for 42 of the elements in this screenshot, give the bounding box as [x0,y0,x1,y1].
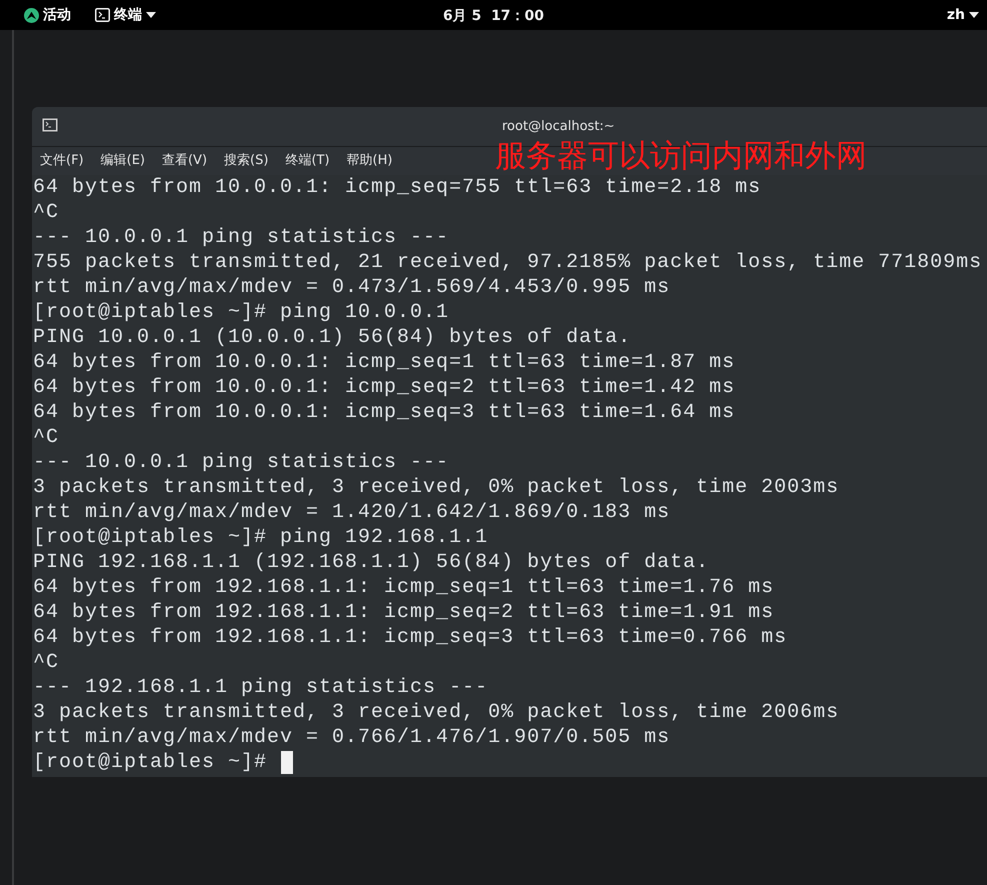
terminal-line: 64 bytes from 192.168.1.1: icmp_seq=2 ttl=63 time=1.91 ms [33,600,776,625]
terminal-line: 64 bytes from 10.0.0.1: icmp_seq=755 ttl=63 time=2.18 ms [33,175,762,200]
language-button[interactable]: zh [946,4,979,26]
terminal-prompt: [root@iptables ~]# [33,750,268,775]
menu-item[interactable]: 查看(V) [162,151,208,171]
menu-item[interactable]: 搜索(S) [224,151,268,171]
terminal-line: ^C [33,200,60,225]
terminal-icon [95,8,110,22]
terminal-line: 64 bytes from 10.0.0.1: icmp_seq=2 ttl=63 time=1.42 ms [33,375,736,400]
terminal-line: 3 packets transmitted, 3 received, 0% packet loss, time 2003ms [33,475,840,500]
terminal-line: rtt min/avg/max/mdev = 0.473/1.569/4.453/0.995 ms [33,275,672,300]
terminal-line: 755 packets transmitted, 21 received, 97.2185% packet loss, time 771809ms [33,250,984,275]
terminal-line: [root@iptables ~]# ping 192.168.1.1 [33,525,490,550]
terminal-line: 3 packets transmitted, 3 received, 0% packet loss, time 2006ms [33,700,840,725]
terminal-line: ^C [33,425,60,450]
app-menu-button[interactable]: 终端 [95,4,156,26]
terminal-line: 64 bytes from 10.0.0.1: icmp_seq=1 ttl=63 time=1.87 ms [33,350,736,375]
terminal-line: 64 bytes from 10.0.0.1: icmp_seq=3 ttl=63 time=1.64 ms [33,400,736,425]
caret-icon [146,12,156,18]
text-cursor [281,751,294,774]
logo-icon [24,8,39,22]
terminal-line: rtt min/avg/max/mdev = 0.766/1.476/1.907/0.505 ms [33,725,672,750]
terminal-line: 64 bytes from 192.168.1.1: icmp_seq=3 ttl=63 time=0.766 ms [33,625,788,650]
terminal-line: --- 10.0.0.1 ping statistics --- [33,450,450,475]
annotation-text: 服务器可以访问内网和外网 [495,137,867,176]
menu-item[interactable]: 终端(T) [285,151,330,171]
terminal-line: PING 192.168.1.1 (192.168.1.1) 56(84) bytes of data. [33,550,710,575]
terminal-line: --- 192.168.1.1 ping statistics --- [33,675,490,700]
terminal-line: [root@iptables ~]# ping 10.0.0.1 [33,300,450,325]
menu-item[interactable]: 文件(F) [40,151,84,171]
clock[interactable]: 6月 5 17：00 [442,6,544,27]
terminal-line: rtt min/avg/max/mdev = 1.420/1.642/1.869/0.183 ms [33,500,672,525]
terminal-line: 64 bytes from 192.168.1.1: icmp_seq=1 ttl=63 time=1.76 ms [33,575,776,600]
menu-item[interactable]: 编辑(E) [100,151,145,171]
terminal-line: PING 10.0.0.1 (10.0.0.1) 56(84) bytes of data. [33,325,632,350]
menu-item[interactable]: 帮助(H) [346,151,392,171]
terminal-line: ^C [33,650,60,675]
terminal-line: --- 10.0.0.1 ping statistics --- [33,225,450,250]
activities-button[interactable]: 活动 [24,4,71,26]
window-title: root@localhost:~ [502,118,615,136]
terminal-icon [42,118,58,132]
caret-icon [969,12,979,18]
